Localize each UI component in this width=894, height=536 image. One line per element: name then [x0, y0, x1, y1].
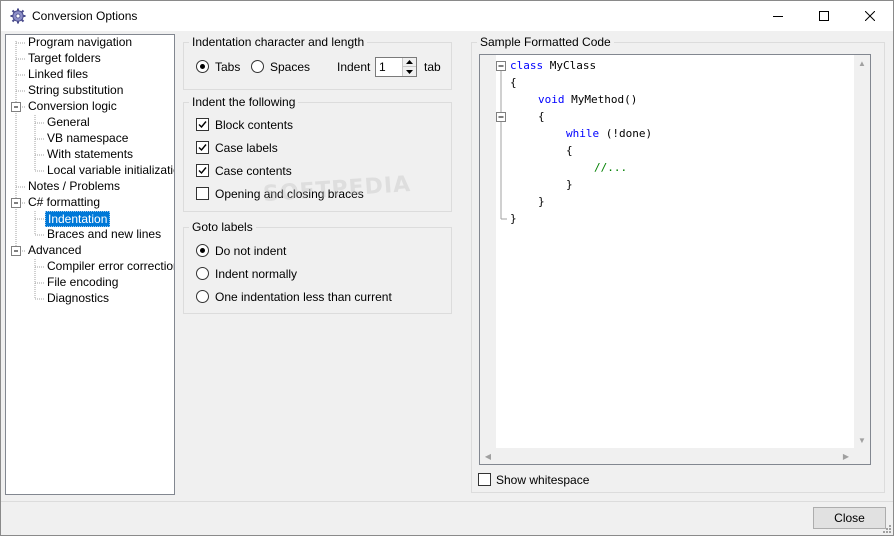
goto-option-label[interactable]: One indentation less than current: [215, 290, 392, 304]
tree-item[interactable]: Conversion logic: [26, 99, 119, 115]
tree-item[interactable]: Diagnostics: [45, 291, 111, 307]
indent-option-checkbox[interactable]: [196, 187, 209, 200]
fold-toggle-icon: [496, 112, 506, 122]
fold-toggle-icon: [496, 61, 506, 71]
tree-item[interactable]: File encoding: [45, 275, 120, 291]
window-title: Conversion Options: [32, 9, 138, 23]
goto-option-radio[interactable]: [196, 267, 209, 280]
resize-grip-icon[interactable]: [881, 523, 891, 533]
vertical-scrollbar[interactable]: ▲ ▼: [854, 55, 870, 448]
indentation-group-title: Indentation character and length: [189, 35, 368, 49]
indent-option-label[interactable]: Block contents: [215, 118, 293, 132]
tab-unit-label: tab: [424, 60, 441, 74]
collapse-toggle-icon: [11, 102, 21, 112]
goto-option-radio[interactable]: [196, 244, 209, 257]
maximize-button[interactable]: [801, 1, 847, 31]
show-whitespace-label[interactable]: Show whitespace: [496, 473, 589, 487]
tabs-label[interactable]: Tabs: [215, 60, 240, 74]
indent-option-checkbox[interactable]: [196, 164, 209, 177]
minimize-icon: [773, 16, 783, 17]
gear-icon: [10, 8, 26, 24]
indent-stepper[interactable]: 1: [375, 57, 417, 77]
fold-markers[interactable]: [480, 55, 520, 448]
show-whitespace-checkbox[interactable]: [478, 473, 491, 486]
tree-item[interactable]: With statements: [45, 147, 135, 163]
chevron-down-icon: [406, 69, 413, 74]
code-line: }: [566, 178, 573, 191]
close-icon: [865, 11, 875, 21]
chevron-up-icon: [406, 60, 413, 64]
tree-item[interactable]: Indentation: [45, 211, 111, 227]
spaces-radio[interactable]: [251, 60, 264, 73]
goto-option-radio[interactable]: [196, 290, 209, 303]
tree-item[interactable]: VB namespace: [45, 131, 130, 147]
spaces-label[interactable]: Spaces: [270, 60, 310, 74]
minimize-button[interactable]: [755, 1, 801, 31]
indent-option-checkbox[interactable]: [196, 141, 209, 154]
indent-following-title: Indent the following: [189, 95, 299, 109]
title-bar[interactable]: Conversion Options: [1, 1, 893, 31]
conversion-options-window: Conversion Options Program navigation Tar…: [0, 0, 894, 536]
tree-item[interactable]: Linked files: [26, 67, 90, 83]
indent-option-label[interactable]: Case contents: [215, 164, 292, 178]
horizontal-scrollbar[interactable]: ◀ ▶: [480, 448, 854, 464]
indent-option-checkbox[interactable]: [196, 118, 209, 131]
collapse-toggle-icon: [11, 198, 21, 208]
code-line: }: [510, 212, 517, 225]
tree-item[interactable]: Compiler error correction: [45, 259, 174, 275]
code-line: }: [538, 195, 545, 208]
indent-value[interactable]: 1: [379, 60, 386, 74]
goto-labels-title: Goto labels: [189, 220, 256, 234]
scroll-right-arrow-icon[interactable]: ▶: [838, 448, 854, 464]
tree-item[interactable]: Notes / Problems: [26, 179, 122, 195]
stepper-up-button[interactable]: [403, 58, 416, 67]
code-line: class MyClass: [510, 59, 597, 72]
tree-item[interactable]: String substitution: [26, 83, 125, 99]
tree-item[interactable]: Local variable initialization: [45, 163, 174, 179]
scroll-left-arrow-icon[interactable]: ◀: [480, 448, 496, 464]
tree-item[interactable]: C# formatting: [26, 195, 102, 211]
code-line: {: [538, 110, 545, 123]
scrollbar-corner: [854, 448, 870, 464]
code-line: //...: [594, 161, 628, 174]
options-tree[interactable]: Program navigation Target folders Linked f…: [5, 34, 175, 495]
stepper-down-button[interactable]: [403, 67, 416, 76]
indent-label: Indent: [337, 60, 371, 74]
collapse-toggle-icon: [11, 246, 21, 256]
close-window-button[interactable]: [847, 1, 893, 31]
sample-code-title: Sample Formatted Code: [477, 35, 614, 49]
goto-option-label[interactable]: Indent normally: [215, 267, 297, 281]
code-line: void MyMethod(): [538, 93, 638, 106]
footer-divider: [1, 501, 893, 502]
code-line: while (!done): [566, 127, 653, 140]
indent-option-label[interactable]: Case labels: [215, 141, 278, 155]
code-line: {: [510, 76, 517, 89]
tree-item[interactable]: Braces and new lines: [45, 227, 163, 243]
tree-item[interactable]: Program navigation: [26, 35, 134, 51]
tree-item[interactable]: General: [45, 115, 92, 131]
maximize-icon: [819, 11, 829, 21]
code-editor[interactable]: class MyClass { void MyMethod() { while (!do…: [479, 54, 871, 465]
scroll-up-arrow-icon[interactable]: ▲: [854, 55, 870, 71]
tabs-radio[interactable]: [196, 60, 209, 73]
goto-option-label[interactable]: Do not indent: [215, 244, 286, 258]
code-line: {: [566, 144, 573, 157]
scroll-down-arrow-icon[interactable]: ▼: [854, 432, 870, 448]
close-button[interactable]: Close: [813, 507, 886, 529]
tree-item[interactable]: Target folders: [26, 51, 103, 67]
tree-item[interactable]: Advanced: [26, 243, 83, 259]
